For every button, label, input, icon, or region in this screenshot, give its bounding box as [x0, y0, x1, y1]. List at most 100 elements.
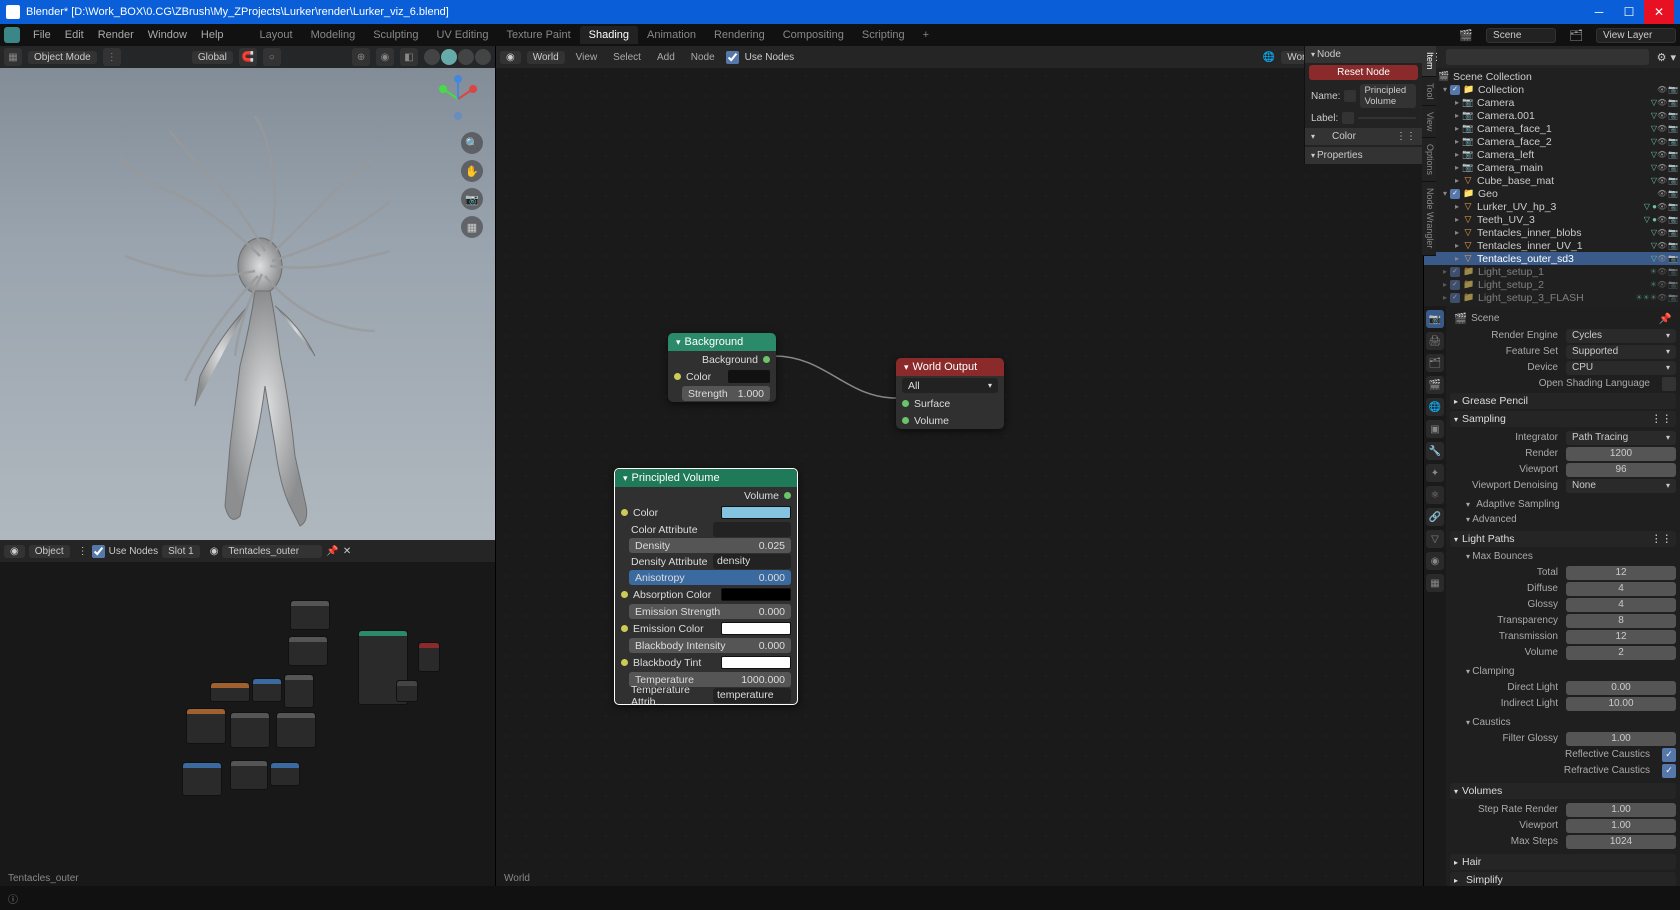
orientation-dropdown[interactable]: Global [192, 51, 233, 64]
workspace-tab[interactable]: Rendering [705, 26, 774, 44]
scene-tab-icon[interactable]: 🎬 [1426, 376, 1444, 394]
sidebar-tab[interactable]: Tool [1422, 77, 1436, 107]
outliner-row[interactable]: ▸▽Cube_base_mat▽👁📷 [1424, 174, 1680, 187]
feature-set-dropdown[interactable]: Supported [1566, 345, 1676, 359]
xray-icon[interactable]: ◧ [400, 48, 418, 66]
outliner-row[interactable]: ▸▽Tentacles_inner_UV_1▽👁📷 [1424, 239, 1680, 252]
filter-glossy-field[interactable]: 1.00 [1566, 732, 1676, 746]
volume-bounces-field[interactable]: 2 [1566, 646, 1676, 660]
use-nodes-checkbox[interactable] [726, 51, 739, 64]
sidebar-tab[interactable]: Options [1422, 138, 1436, 182]
menu-edit[interactable]: Edit [58, 29, 91, 41]
strength-field[interactable]: Strength 1.000 [682, 386, 770, 401]
close-button[interactable]: ✕ [1644, 0, 1674, 24]
new-collection-icon[interactable]: ▾ [1670, 51, 1676, 64]
target-dropdown[interactable]: All▾ [902, 378, 998, 393]
properties-body[interactable]: 🎬Scene📌 Render EngineCycles Feature SetS… [1446, 306, 1680, 886]
glossy-bounces-field[interactable]: 4 [1566, 598, 1676, 612]
outliner[interactable]: ☰ ⚙ ▾ ▾🎬 Scene Collection ▾✓📁Collection👁… [1424, 46, 1680, 306]
node-title[interactable]: Principled Volume [615, 469, 797, 487]
menu-window[interactable]: Window [141, 29, 194, 41]
reset-node-button[interactable]: Reset Node [1309, 65, 1418, 80]
number-field[interactable]: Blackbody Intensity0.000 [629, 638, 791, 653]
workspace-tab[interactable]: Scripting [853, 26, 914, 44]
hair-section[interactable]: Hair [1450, 854, 1676, 870]
constraint-tab-icon[interactable]: 🔗 [1426, 508, 1444, 526]
number-field[interactable]: Emission Strength0.000 [629, 604, 791, 619]
view-menu-icon[interactable]: ⋮ [103, 48, 121, 66]
outliner-row[interactable]: ▸📷Camera_main▽👁📷 [1424, 161, 1680, 174]
data-tab-icon[interactable]: ▽ [1426, 530, 1444, 548]
outliner-row[interactable]: ▸📷Camera▽👁📷 [1424, 96, 1680, 109]
sidebar-tab[interactable]: Item [1422, 46, 1436, 77]
sampling-section[interactable]: Sampling⋮⋮ [1450, 411, 1676, 427]
shader-type-dropdown[interactable]: World [527, 51, 565, 64]
mode-dropdown[interactable]: Object Mode [28, 51, 97, 64]
step-rate-viewport-field[interactable]: 1.00 [1566, 819, 1676, 833]
osl-checkbox[interactable] [1662, 377, 1676, 391]
outliner-row[interactable]: ▸▽Tentacles_inner_blobs▽👁📷 [1424, 226, 1680, 239]
outliner-row[interactable]: ▸✓📁Light_setup_1☀👁📷 [1424, 265, 1680, 278]
object-tab-icon[interactable]: ▣ [1426, 420, 1444, 438]
matpreview-shading-icon[interactable] [458, 49, 474, 65]
string-field[interactable]: Temperature Attrib...temperature [629, 688, 791, 703]
outliner-row[interactable]: ▸▽Lurker_UV_hp_3▽ ●👁📷 [1424, 200, 1680, 213]
workspace-tab[interactable]: + [914, 26, 938, 44]
outliner-row[interactable]: ▸📷Camera_left▽👁📷 [1424, 148, 1680, 161]
color-swatch[interactable] [721, 506, 791, 519]
wireframe-shading-icon[interactable] [424, 49, 440, 65]
material-shader-editor[interactable]: ◉ Object ⋮ Use Nodes Slot 1 ◉ Tentacles_… [0, 540, 496, 886]
shading-modes[interactable] [424, 49, 491, 65]
world-tab-icon[interactable]: 🌐 [1426, 398, 1444, 416]
node-world-output[interactable]: World Output All▾ Surface Volume [896, 358, 1004, 429]
viewport-3d[interactable]: ▦ Object Mode ⋮ Global 🧲 ○ ⊕ ◉ ◧ [0, 46, 496, 540]
editor-type-dropdown[interactable]: ◉ [500, 51, 521, 64]
outliner-row[interactable]: ▸▽Teeth_UV_3▽ ●👁📷 [1424, 213, 1680, 226]
material-tab-icon[interactable]: ◉ [1426, 552, 1444, 570]
modifier-tab-icon[interactable]: 🔧 [1426, 442, 1444, 460]
output-tab-icon[interactable]: 🖨 [1426, 332, 1444, 350]
editor-type-dropdown[interactable]: ◉ [4, 545, 25, 558]
node-background[interactable]: Background Background Color Strength 1.0… [668, 333, 776, 402]
direct-clamp-field[interactable]: 0.00 [1566, 681, 1676, 695]
outliner-tree[interactable]: ▾🎬 Scene Collection ▾✓📁Collection👁📷▸📷Cam… [1424, 68, 1680, 306]
node-title[interactable]: Background [668, 333, 776, 351]
color-swatch[interactable] [721, 622, 791, 635]
menu-view[interactable]: View [571, 52, 603, 63]
properties-tabs[interactable]: 📷 🖨 🗂 🎬 🌐 ▣ 🔧 ✦ ⚛ 🔗 ▽ ◉ ▦ [1424, 306, 1446, 886]
color-swatch[interactable] [721, 656, 791, 669]
use-nodes-checkbox[interactable] [92, 545, 105, 558]
particle-tab-icon[interactable]: ✦ [1426, 464, 1444, 482]
menu-file[interactable]: File [26, 29, 58, 41]
filter-icon[interactable]: ⚙ [1657, 51, 1667, 64]
maximize-button[interactable]: ☐ [1614, 0, 1644, 24]
outliner-row[interactable]: ▾✓📁Geo👁📷 [1424, 187, 1680, 200]
device-dropdown[interactable]: CPU [1566, 361, 1676, 375]
outliner-row[interactable]: ▸✓📁Light_setup_3_FLASH☀☀☀👁📷 [1424, 291, 1680, 304]
perspective-icon[interactable]: ▦ [461, 216, 483, 238]
slot-dropdown[interactable]: Slot 1 [162, 545, 200, 558]
world-shader-editor[interactable]: ◉ World View Select Add Node Use Nodes 🌐… [496, 46, 1424, 886]
viewport-samples-field[interactable]: 96 [1566, 463, 1676, 477]
viewlayer-field[interactable] [1596, 28, 1676, 43]
grease-pencil-section[interactable]: Grease Pencil [1450, 393, 1676, 409]
workspace-tab[interactable]: UV Editing [427, 26, 497, 44]
material-pin-icon[interactable]: 📌 [326, 546, 338, 557]
render-engine-dropdown[interactable]: Cycles [1566, 329, 1676, 343]
gizmo-icon[interactable]: ⊕ [352, 48, 370, 66]
workspace-tab[interactable]: Layout [251, 26, 302, 44]
workspace-tab[interactable]: Texture Paint [497, 26, 579, 44]
render-samples-field[interactable]: 1200 [1566, 447, 1676, 461]
denoise-dropdown[interactable]: None [1566, 479, 1676, 493]
node-title[interactable]: World Output [896, 358, 1004, 376]
workspace-tab[interactable]: Sculpting [364, 26, 427, 44]
workspace-tab[interactable]: Animation [638, 26, 705, 44]
lightpaths-section[interactable]: Light Paths⋮⋮ [1450, 531, 1676, 547]
transparency-bounces-field[interactable]: 8 [1566, 614, 1676, 628]
outliner-row[interactable]: ▾✓📁Collection👁📷 [1424, 83, 1680, 96]
viewlayer-tab-icon[interactable]: 🗂 [1426, 354, 1444, 372]
camera-view-icon[interactable]: 📷 [461, 188, 483, 210]
sidebar-tab[interactable]: Node Wrangler [1422, 182, 1436, 255]
texture-tab-icon[interactable]: ▦ [1426, 574, 1444, 592]
node-name-field[interactable]: Principled Volume [1360, 84, 1416, 108]
